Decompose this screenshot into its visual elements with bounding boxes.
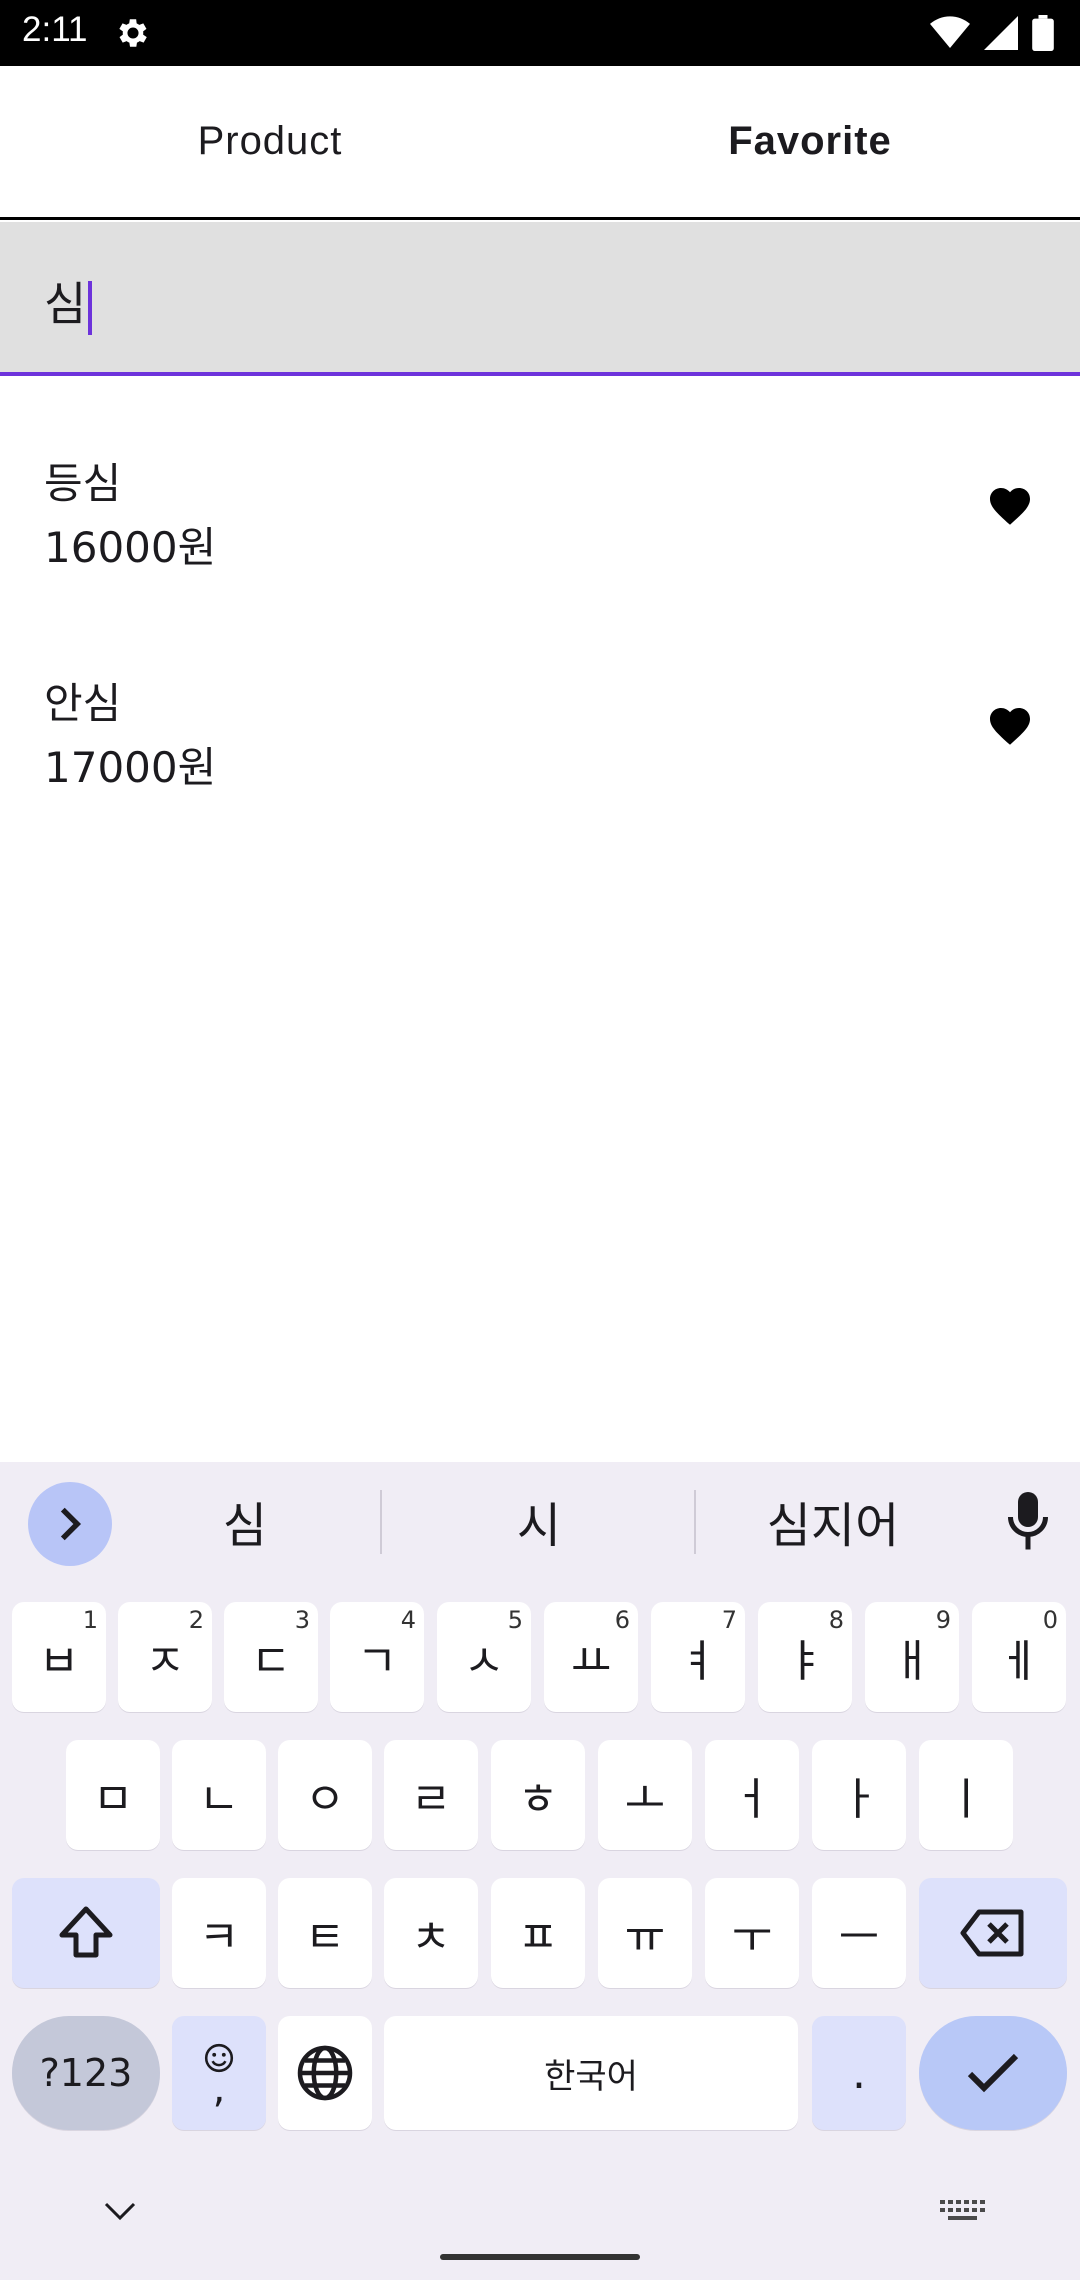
key-label: ㅑ — [784, 1636, 826, 1687]
key-row2-4[interactable]: ㄹ — [384, 1740, 478, 1850]
backspace-icon — [960, 1909, 1024, 1957]
key-hint: 3 — [294, 1606, 310, 1634]
period-key[interactable]: . — [812, 2016, 906, 2130]
key-row1-10[interactable]: ㅔ0 — [972, 1602, 1066, 1712]
key-row3-6[interactable]: ㅜ — [705, 1878, 799, 1988]
key-row1-5[interactable]: ㅅ5 — [437, 1602, 531, 1712]
key-label: ㅅ — [463, 1636, 505, 1687]
suggestion-3[interactable]: 심지어 — [708, 1486, 958, 1556]
space-key[interactable]: 한국어 — [384, 2016, 798, 2130]
enter-key[interactable] — [919, 2016, 1067, 2130]
soft-keyboard: 심 시 심지어 ㅂ1 ㅈ2 ㄷ3 ㄱ4 ㅅ5 ㅛ6 ㅕ7 ㅑ8 ㅐ9 ㅔ0 ㅁ … — [0, 1462, 1080, 2280]
item-price: 17000원 — [44, 743, 217, 792]
key-row2-8[interactable]: ㅏ — [812, 1740, 906, 1850]
search-text: 심 — [44, 277, 87, 331]
battery-icon — [1032, 15, 1054, 51]
symbols-key[interactable]: ?123 — [12, 2016, 160, 2130]
key-hint: 0 — [1042, 1606, 1058, 1634]
settings-gear-icon — [119, 19, 147, 47]
key-hint: 5 — [507, 1606, 523, 1634]
chevron-right-icon — [60, 1507, 82, 1541]
key-row1-6[interactable]: ㅛ6 — [544, 1602, 638, 1712]
microphone-icon[interactable] — [1006, 1492, 1050, 1552]
key-row2-3[interactable]: ㅇ — [278, 1740, 372, 1850]
comma-label: , — [212, 2066, 226, 2112]
tab-product[interactable]: Product — [0, 66, 540, 217]
list-item[interactable]: 등심 16000원 — [0, 400, 1080, 620]
key-row2-5[interactable]: ㅎ — [491, 1740, 585, 1850]
key-row3-3[interactable]: ㅊ — [384, 1878, 478, 1988]
suggestion-strip: 심 시 심지어 — [0, 1462, 1080, 1586]
globe-icon — [297, 2045, 353, 2101]
backspace-key[interactable] — [919, 1878, 1067, 1988]
key-label: ㅈ — [144, 1636, 186, 1687]
home-indicator[interactable] — [440, 2254, 640, 2260]
key-row2-6[interactable]: ㅗ — [598, 1740, 692, 1850]
key-hint: 4 — [400, 1606, 416, 1634]
shift-icon — [59, 1906, 113, 1958]
key-row3-7[interactable]: ㅡ — [812, 1878, 906, 1988]
key-hint: 7 — [721, 1606, 737, 1634]
expand-toolbar-button[interactable] — [28, 1482, 112, 1566]
suggestion-divider — [380, 1490, 382, 1554]
key-hint: 1 — [82, 1606, 98, 1634]
key-row3-2[interactable]: ㅌ — [278, 1878, 372, 1988]
key-row3-1[interactable]: ㅋ — [172, 1878, 266, 1988]
key-label: ㅐ — [891, 1636, 933, 1687]
key-row2-1[interactable]: ㅁ — [66, 1740, 160, 1850]
key-row3-4[interactable]: ㅍ — [491, 1878, 585, 1988]
key-row1-8[interactable]: ㅑ8 — [758, 1602, 852, 1712]
item-price: 16000원 — [44, 523, 217, 572]
key-label: ㄷ — [250, 1636, 292, 1687]
checkmark-icon — [967, 2053, 1019, 2093]
key-hint: 9 — [935, 1606, 951, 1634]
key-row1-3[interactable]: ㄷ3 — [224, 1602, 318, 1712]
tab-favorite[interactable]: Favorite — [540, 66, 1080, 217]
tab-bar: Product Favorite — [0, 66, 1080, 220]
key-hint: 8 — [828, 1606, 844, 1634]
key-row2-2[interactable]: ㄴ — [172, 1740, 266, 1850]
key-hint: 6 — [614, 1606, 630, 1634]
hide-keyboard-chevron-icon[interactable] — [102, 2200, 138, 2224]
status-time: 2:11 — [22, 10, 88, 49]
item-name: 등심 — [44, 459, 122, 508]
key-row2-9[interactable]: ㅣ — [919, 1740, 1013, 1850]
key-label: ㅛ — [570, 1636, 612, 1687]
key-row1-4[interactable]: ㄱ4 — [330, 1602, 424, 1712]
key-row3-5[interactable]: ㅠ — [598, 1878, 692, 1988]
key-row2-7[interactable]: ㅓ — [705, 1740, 799, 1850]
status-icons — [930, 14, 1054, 52]
wifi-icon — [930, 16, 970, 48]
key-label: ㅕ — [677, 1636, 719, 1687]
suggestion-1[interactable]: 심 — [120, 1486, 370, 1556]
text-cursor — [88, 280, 93, 335]
language-key[interactable] — [278, 2016, 372, 2130]
search-input[interactable]: 심 — [0, 222, 1080, 376]
favorite-heart-icon[interactable] — [986, 482, 1034, 530]
search-input-value: 심 — [44, 268, 93, 335]
key-hint: 2 — [188, 1606, 204, 1634]
shift-key[interactable] — [12, 1878, 160, 1988]
key-label: ㅔ — [998, 1636, 1040, 1687]
item-name: 안심 — [44, 679, 122, 728]
cellular-signal-icon — [984, 16, 1018, 50]
list-item[interactable]: 안심 17000원 — [0, 620, 1080, 840]
key-label: ㅂ — [38, 1636, 80, 1687]
key-row1-1[interactable]: ㅂ1 — [12, 1602, 106, 1712]
keyboard-switch-icon[interactable] — [940, 2200, 986, 2224]
emoji-comma-key[interactable]: , — [172, 2016, 266, 2130]
favorite-heart-icon[interactable] — [986, 702, 1034, 750]
suggestion-2[interactable]: 시 — [414, 1486, 664, 1556]
key-row1-9[interactable]: ㅐ9 — [865, 1602, 959, 1712]
key-row1-2[interactable]: ㅈ2 — [118, 1602, 212, 1712]
suggestion-divider — [694, 1490, 696, 1554]
key-row1-7[interactable]: ㅕ7 — [651, 1602, 745, 1712]
key-label: ㄱ — [356, 1636, 398, 1687]
status-bar: 2:11 — [0, 0, 1080, 66]
